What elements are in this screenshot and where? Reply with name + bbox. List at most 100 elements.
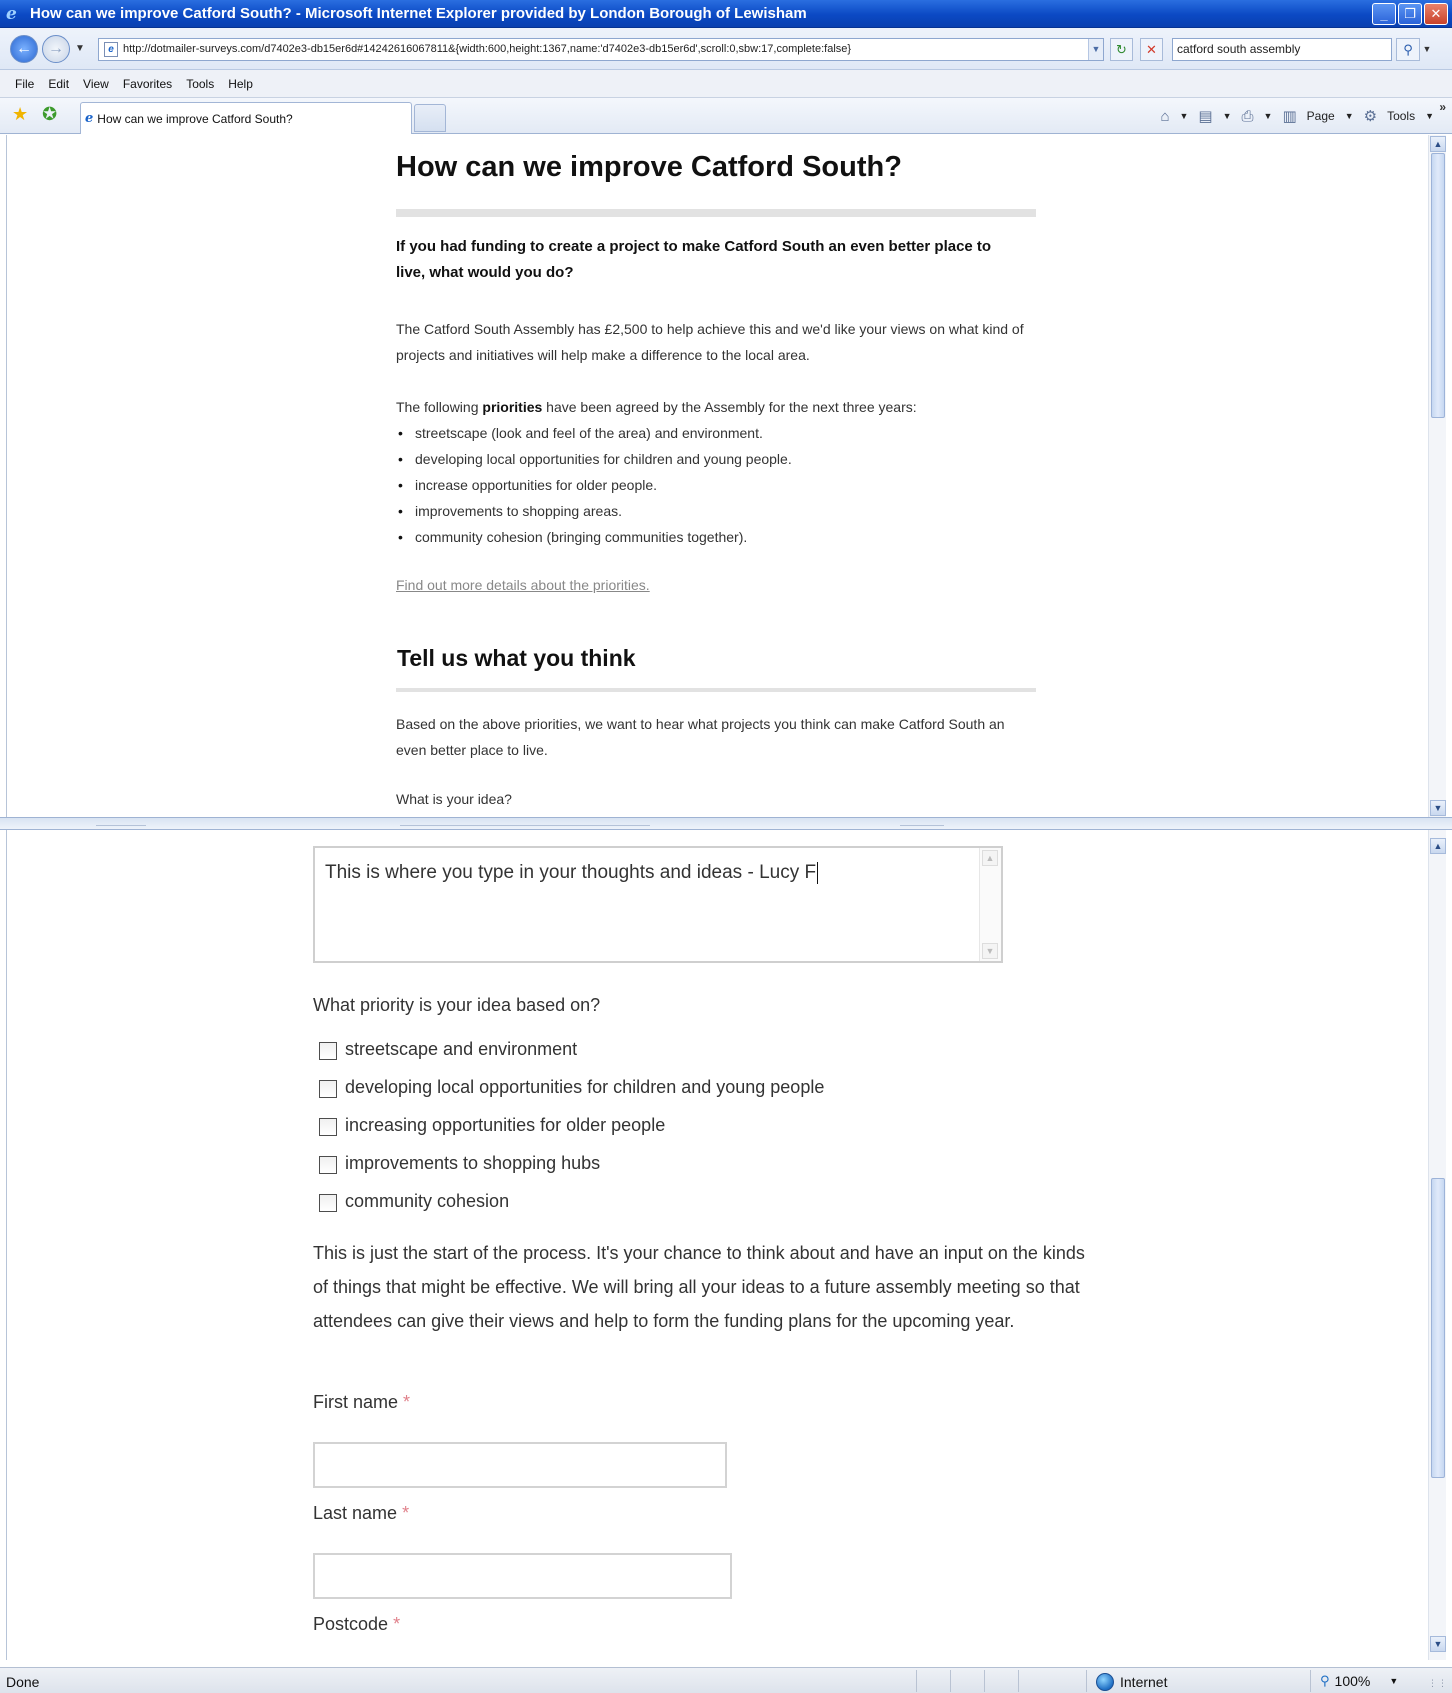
checkbox-label[interactable]: community cohesion <box>345 1190 509 1212</box>
tab-catford-south[interactable]: e How can we improve Catford South? <box>80 102 412 134</box>
address-bar: ← → ▼ http://dotmailer-surveys.com/d7402… <box>0 28 1452 70</box>
priority-question: What priority is your idea based on? <box>313 995 601 1015</box>
url-dropdown-icon[interactable]: ▼ <box>1088 39 1103 60</box>
first-name-label: First name * <box>313 1392 410 1413</box>
zoom-control[interactable]: ⚲ 100% ▼ <box>1320 1673 1398 1689</box>
print-dropdown-icon[interactable]: ▼ <box>1264 111 1273 121</box>
text-caret <box>817 862 819 884</box>
scroll-down-icon[interactable]: ▼ <box>1430 1636 1446 1652</box>
priorities-list: streetscape (look and feel of the area) … <box>396 420 792 550</box>
search-icon: ⚲ <box>1403 42 1413 57</box>
priority-option-shopping[interactable]: improvements to shopping hubs <box>319 1152 824 1190</box>
priority-option-streetscape[interactable]: streetscape and environment <box>319 1038 824 1076</box>
zoom-level: 100% <box>1334 1673 1371 1689</box>
bottom-pane-scrollbar[interactable]: ▲ ▼ <box>1428 830 1446 1660</box>
security-zone[interactable]: Internet <box>1096 1673 1167 1691</box>
refresh-icon: ↻ <box>1116 42 1127 57</box>
top-content-pane: How can we improve Catford South? If you… <box>6 135 1446 817</box>
feeds-icon[interactable]: ▤ <box>1198 107 1212 125</box>
list-item: improvements to shopping areas. <box>396 498 792 524</box>
home-dropdown-icon[interactable]: ▼ <box>1180 111 1189 121</box>
required-mark: * <box>403 1392 411 1412</box>
scroll-thumb[interactable] <box>1431 1178 1445 1478</box>
scroll-up-icon[interactable]: ▲ <box>1430 136 1446 152</box>
status-bar: Done Internet ⚲ 100% ▼ ⋮⋮ <box>0 1667 1452 1693</box>
recent-pages-dropdown[interactable]: ▼ <box>75 43 85 54</box>
new-tab-button[interactable] <box>414 104 446 132</box>
list-item: increase opportunities for older people. <box>396 472 792 498</box>
back-button[interactable]: ← <box>10 35 38 63</box>
idea-question: What is your idea? <box>396 791 512 807</box>
checkbox-shopping[interactable] <box>319 1156 337 1174</box>
last-name-input[interactable] <box>313 1553 732 1599</box>
favorites-star-icon[interactable]: ★ <box>12 104 28 125</box>
add-favorite-icon[interactable]: ✪ <box>42 104 57 125</box>
menu-edit[interactable]: Edit <box>41 77 76 91</box>
status-text: Done <box>6 1674 40 1690</box>
tools-menu-button[interactable]: Tools <box>1387 109 1415 123</box>
home-icon[interactable]: ⌂ <box>1160 108 1169 125</box>
tab-label: How can we improve Catford South? <box>97 111 293 126</box>
search-button[interactable]: ⚲ <box>1396 38 1420 61</box>
scroll-up-icon[interactable]: ▲ <box>1430 838 1446 854</box>
priority-option-children[interactable]: developing local opportunities for child… <box>319 1076 824 1114</box>
postcode-label-text: Postcode <box>313 1614 389 1634</box>
checkbox-label[interactable]: increasing opportunities for older peopl… <box>345 1114 665 1136</box>
search-input[interactable]: catford south assembly <box>1172 38 1392 61</box>
menu-file[interactable]: File <box>8 77 41 91</box>
checkbox-label[interactable]: streetscape and environment <box>345 1038 577 1060</box>
window-title-bar[interactable]: e How can we improve Catford South? - Mi… <box>0 0 1452 28</box>
list-item: streetscape (look and feel of the area) … <box>396 420 792 446</box>
lead-question: If you had funding to create a project t… <box>396 238 992 281</box>
textarea-scroll-up-icon[interactable]: ▲ <box>982 850 998 866</box>
page-dropdown-icon[interactable]: ▼ <box>1345 111 1354 121</box>
first-name-label-text: First name <box>313 1392 399 1412</box>
idea-text: This is where you type in your thoughts … <box>325 862 817 884</box>
chevron-right-icon[interactable]: » <box>1439 100 1446 114</box>
top-pane-scrollbar[interactable]: ▲ ▼ <box>1428 135 1446 817</box>
scroll-down-icon[interactable]: ▼ <box>1430 800 1446 816</box>
stop-button[interactable]: ✕ <box>1140 38 1163 61</box>
menu-tools[interactable]: Tools <box>179 77 221 91</box>
command-toolbar: ★ ✪ e How can we improve Catford South? … <box>0 98 1452 134</box>
gear-icon: ⚙ <box>1363 108 1378 125</box>
zoom-dropdown-icon[interactable]: ▼ <box>1389 1676 1398 1686</box>
print-icon[interactable]: ⎙ <box>1242 108 1254 125</box>
menu-favorites[interactable]: Favorites <box>116 77 179 91</box>
checkbox-label[interactable]: improvements to shopping hubs <box>345 1152 600 1174</box>
priority-option-cohesion[interactable]: community cohesion <box>319 1190 824 1228</box>
url-input[interactable]: http://dotmailer-surveys.com/d7402e3-db1… <box>98 38 1104 61</box>
pane-splitter[interactable] <box>0 817 1452 830</box>
menu-view[interactable]: View <box>76 77 116 91</box>
checkbox-cohesion[interactable] <box>319 1194 337 1212</box>
forward-button[interactable]: → <box>42 35 70 63</box>
page-menu-button[interactable]: Page <box>1307 109 1335 123</box>
checkbox-streetscape[interactable] <box>319 1042 337 1060</box>
priorities-details-link[interactable]: Find out more details about the prioriti… <box>396 577 650 593</box>
first-name-input[interactable] <box>313 1442 727 1488</box>
process-paragraph: This is just the start of the process. I… <box>313 1243 1085 1331</box>
checkbox-label[interactable]: developing local opportunities for child… <box>345 1076 824 1098</box>
close-button[interactable]: ✕ <box>1424 3 1448 25</box>
page-icon: e <box>104 42 118 57</box>
resize-grip-icon[interactable]: ⋮⋮ <box>1428 1678 1448 1689</box>
search-options-dropdown[interactable]: ▼ <box>1421 38 1433 61</box>
feeds-dropdown-icon[interactable]: ▼ <box>1223 111 1232 121</box>
textarea-scrollbar[interactable]: ▲ ▼ <box>979 848 1001 961</box>
restore-button[interactable]: ❐ <box>1398 3 1422 25</box>
refresh-button[interactable]: ↻ <box>1110 38 1133 61</box>
page-menu-icon: ▥ <box>1282 108 1297 125</box>
title-divider <box>396 209 1036 217</box>
list-item: community cohesion (bringing communities… <box>396 524 792 550</box>
textarea-scroll-down-icon[interactable]: ▼ <box>982 943 998 959</box>
tools-dropdown-icon[interactable]: ▼ <box>1425 111 1434 121</box>
checkbox-older-people[interactable] <box>319 1118 337 1136</box>
scroll-thumb[interactable] <box>1431 153 1445 418</box>
priority-option-older-people[interactable]: increasing opportunities for older peopl… <box>319 1114 824 1152</box>
idea-textarea[interactable]: This is where you type in your thoughts … <box>313 846 1003 963</box>
checkbox-children[interactable] <box>319 1080 337 1098</box>
minimize-button[interactable]: _ <box>1372 3 1396 25</box>
section-intro: Based on the above priorities, we want t… <box>396 716 1005 758</box>
menu-bar: File Edit View Favorites Tools Help <box>0 70 1452 98</box>
menu-help[interactable]: Help <box>221 77 260 91</box>
